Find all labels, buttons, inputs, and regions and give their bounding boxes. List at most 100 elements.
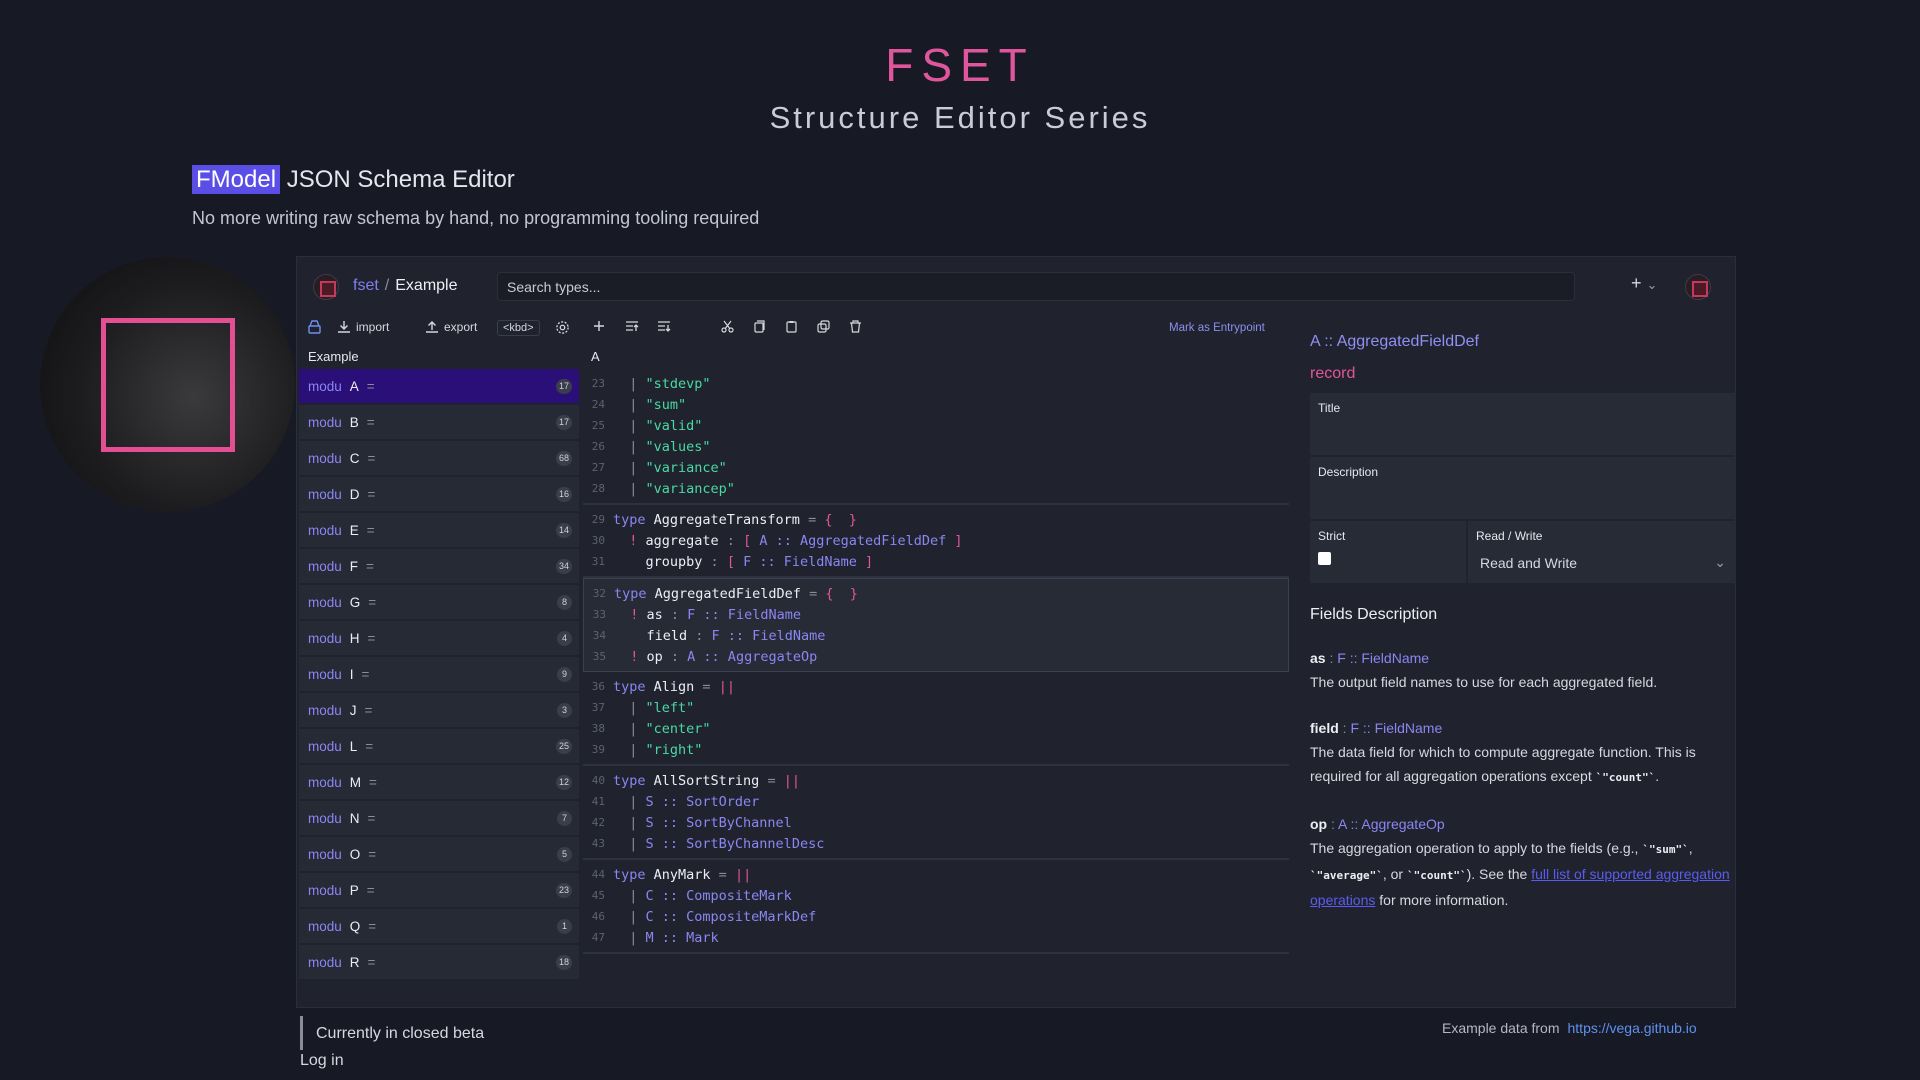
sidebar-item-f[interactable]: modu F = 34	[299, 549, 579, 583]
chevron-down-icon: ⌄	[1714, 554, 1726, 570]
code-token[interactable]: S :: SortByChannelDesc	[646, 836, 825, 852]
import-button[interactable]: import	[337, 320, 389, 334]
code-block[interactable]: 29 type AggregateTransform = { } 30 ! aggr…	[583, 505, 1289, 578]
line-number: 39	[591, 743, 605, 756]
layers-icon[interactable]	[307, 320, 322, 334]
add-type-icon[interactable]	[593, 320, 605, 332]
line-number: 44	[591, 868, 605, 881]
code-token[interactable]: F :: FieldName	[712, 628, 826, 644]
code-line: 31 groupby : [ F :: FieldName ]	[583, 551, 1289, 572]
code-token[interactable]: C :: CompositeMark	[646, 888, 792, 904]
code-token[interactable]: S :: SortByChannel	[646, 815, 792, 831]
vega-link[interactable]: https://vega.github.io	[1568, 1020, 1697, 1036]
code-line: 28 | "variancep"	[583, 478, 1289, 499]
code-line: 47 | M :: Mark	[583, 927, 1289, 948]
code-block[interactable]: 32 type AggregatedFieldDef = { } 33 ! as :…	[583, 578, 1289, 672]
code-line: 44 type AnyMark = ||	[583, 864, 1289, 885]
code-token: op	[646, 648, 671, 665]
line-number: 28	[591, 482, 605, 495]
code-token[interactable]: A :: AggregateOp	[687, 649, 817, 665]
mark-entrypoint-button[interactable]: Mark as Entrypoint	[1169, 322, 1265, 334]
code-block[interactable]: 44 type AnyMark = || 45 | C :: CompositeMa…	[583, 860, 1289, 954]
read-write-cell: Read / Write Read and Write ⌄	[1468, 521, 1736, 583]
login-link[interactable]: Log in	[300, 1052, 344, 1070]
breadcrumb-root[interactable]: fset	[353, 277, 379, 294]
code-line: 33 ! as : F :: FieldName	[584, 604, 1288, 625]
code-token[interactable]: A :: AggregatedFieldDef	[759, 533, 954, 549]
code-token: "variancep"	[645, 480, 735, 497]
code-token[interactable]: C :: CompositeMarkDef	[646, 909, 817, 925]
add-menu-button[interactable]: + ⌄	[1631, 273, 1657, 294]
keyboard-shortcuts-button[interactable]: <kbd>	[497, 320, 540, 336]
code-token: =	[702, 678, 719, 695]
toolbar: import export <kbd> Mark as Entrypoint	[297, 315, 1357, 343]
sidebar-item-e[interactable]: modu E = 14	[299, 513, 579, 547]
code-token: =	[718, 866, 735, 883]
sidebar-item-r[interactable]: modu R = 18	[299, 945, 579, 979]
trash-icon[interactable]	[849, 320, 862, 333]
strict-checkbox[interactable]	[1318, 552, 1331, 565]
module-sidebar: Example modu A = 17 modu B = 17 modu C = 68 modu D = 16…	[299, 343, 579, 1009]
code-token: Align	[653, 678, 703, 695]
code-token[interactable]: F :: FieldName	[687, 607, 801, 623]
copy-icon[interactable]	[753, 320, 766, 333]
description-field[interactable]: Description	[1310, 457, 1736, 519]
code-header: A	[591, 349, 600, 364]
count-badge: 8	[557, 595, 572, 610]
sidebar-item-g[interactable]: modu G = 8	[299, 585, 579, 619]
code-token: !	[614, 606, 647, 623]
line-number: 46	[591, 910, 605, 923]
code-token[interactable]: S :: SortOrder	[646, 794, 760, 810]
line-number: 32	[592, 587, 606, 600]
paste-icon[interactable]	[785, 320, 798, 333]
code-token: { }	[824, 511, 857, 528]
sidebar-item-a[interactable]: modu A = 17	[299, 369, 579, 403]
code-token: "values"	[645, 438, 711, 455]
insert-below-icon[interactable]	[657, 320, 671, 332]
sidebar-item-j[interactable]: modu J = 3	[299, 693, 579, 727]
sidebar-item-o[interactable]: modu O = 5	[299, 837, 579, 871]
sidebar-item-m[interactable]: modu M = 12	[299, 765, 579, 799]
line-number: 42	[591, 816, 605, 829]
sidebar-item-l[interactable]: modu L = 25	[299, 729, 579, 763]
code-block[interactable]: 36 type Align = || 37 | "left" 38 | "center…	[583, 672, 1289, 766]
settings-gear-icon[interactable]	[555, 320, 570, 335]
tagline: No more writing raw schema by hand, no p…	[192, 208, 760, 228]
code-token[interactable]: F :: FieldName	[743, 554, 865, 570]
read-write-select[interactable]: Read and Write ⌄	[1476, 551, 1734, 577]
code-token: |	[613, 699, 646, 716]
code-line: 34 field : F :: FieldName	[584, 625, 1288, 646]
sidebar-item-p[interactable]: modu P = 23	[299, 873, 579, 907]
code-block[interactable]: 40 type AllSortString = || 41 | S :: SortO…	[583, 766, 1289, 860]
code-editor[interactable]: A 23 | "stdevp" 24 | "sum" 25 | "valid" 26 …	[583, 343, 1289, 1009]
sidebar-item-i[interactable]: modu I = 9	[299, 657, 579, 691]
code-blocks: 23 | "stdevp" 24 | "sum" 25 | "valid" 26 | …	[583, 369, 1289, 954]
line-number: 29	[591, 513, 605, 526]
line-number: 36	[591, 680, 605, 693]
sidebar-item-c[interactable]: modu C = 68	[299, 441, 579, 475]
avatar[interactable]	[1685, 274, 1711, 300]
line-number: 47	[591, 931, 605, 944]
code-token: AnyMark	[653, 866, 719, 883]
title-field[interactable]: Title	[1310, 393, 1736, 455]
duplicate-icon[interactable]	[817, 320, 830, 333]
search-input[interactable]	[497, 272, 1575, 301]
cut-icon[interactable]	[721, 320, 734, 333]
code-token: aggregate	[645, 532, 727, 549]
inspector-type-ref[interactable]: A :: AggregatedFieldDef	[1310, 333, 1725, 351]
insert-above-icon[interactable]	[625, 320, 639, 332]
export-button[interactable]: export	[425, 320, 477, 334]
sidebar-item-b[interactable]: modu B = 17	[299, 405, 579, 439]
code-block[interactable]: 23 | "stdevp" 24 | "sum" 25 | "valid" 26 | …	[583, 369, 1289, 505]
breadcrumb-current: Example	[395, 277, 458, 294]
sidebar-item-n[interactable]: modu N = 7	[299, 801, 579, 835]
code-token: groupby	[613, 553, 711, 570]
sidebar-item-h[interactable]: modu H = 4	[299, 621, 579, 655]
sidebar-item-d[interactable]: modu D = 16	[299, 477, 579, 511]
app-logo-icon[interactable]	[313, 274, 339, 300]
code-token[interactable]: M :: Mark	[646, 930, 719, 946]
code-token: |	[613, 929, 646, 946]
code-line: 45 | C :: CompositeMark	[583, 885, 1289, 906]
code-token: "stdevp"	[645, 375, 711, 392]
sidebar-item-q[interactable]: modu Q = 1	[299, 909, 579, 943]
